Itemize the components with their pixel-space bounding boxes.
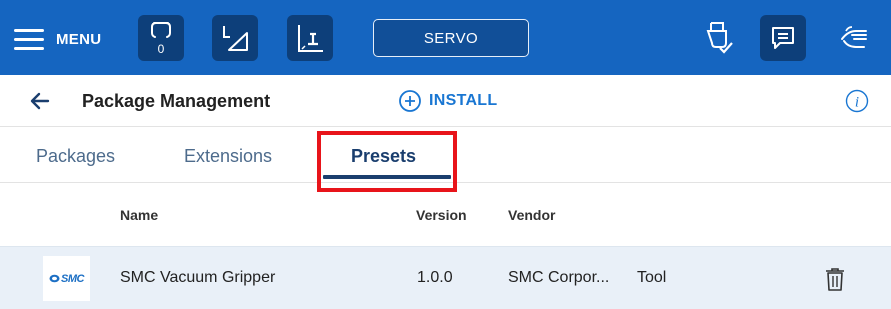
hand-guide-button[interactable] [833,15,879,61]
tab-presets[interactable]: Presets [351,146,416,167]
column-header-version: Version [416,207,467,223]
tab-packages[interactable]: Packages [36,146,115,167]
chat-icon [772,27,794,49]
menu-label: MENU [56,30,102,48]
row-name: SMC Vacuum Gripper [120,269,276,286]
servo-button[interactable]: SERVO [373,19,529,57]
joint-jog-icon [298,25,323,52]
menu-button[interactable]: MENU [14,24,101,54]
vendor-logo: SMC [43,256,90,301]
gripper-icon: 0 [151,22,171,56]
usb-check-icon [706,22,733,54]
install-label: INSTALL [429,92,498,109]
gripper-badge: 0 [158,42,165,56]
active-tab-indicator [323,175,451,179]
install-button[interactable]: INSTALL [398,88,497,114]
hamburger-icon [14,28,44,50]
trash-icon[interactable] [824,266,846,292]
info-icon[interactable]: i [845,89,869,113]
row-type: Tool [637,269,667,286]
add-circle-icon [399,90,421,112]
page-title: Package Management [82,91,271,111]
vendor-logo-text: SMC [61,272,84,285]
usb-check-button[interactable] [695,15,741,61]
table-row[interactable]: SMC SMC Vacuum Gripper 1.0.0 SMC Corpor.… [0,246,891,309]
chat-button[interactable] [760,15,806,61]
cartesian-jog-icon [223,26,248,51]
column-header-vendor: Vendor [508,207,556,223]
joint-jog-button[interactable] [287,15,333,61]
row-vendor: SMC Corpor... [508,269,610,286]
top-toolbar: MENU 0 SERVO [0,0,891,75]
hand-guide-icon [841,26,867,48]
row-version: 1.0.0 [417,269,453,286]
tab-extensions[interactable]: Extensions [184,146,272,167]
column-header-name: Name [120,207,159,223]
svg-text:i: i [855,95,859,111]
page-header: Package Management INSTALL i [0,75,891,127]
cartesian-jog-button[interactable] [212,15,258,61]
back-arrow-icon[interactable] [28,89,52,113]
gripper-button[interactable]: 0 [138,15,184,61]
tab-bar: Packages Extensions Presets [0,128,891,183]
